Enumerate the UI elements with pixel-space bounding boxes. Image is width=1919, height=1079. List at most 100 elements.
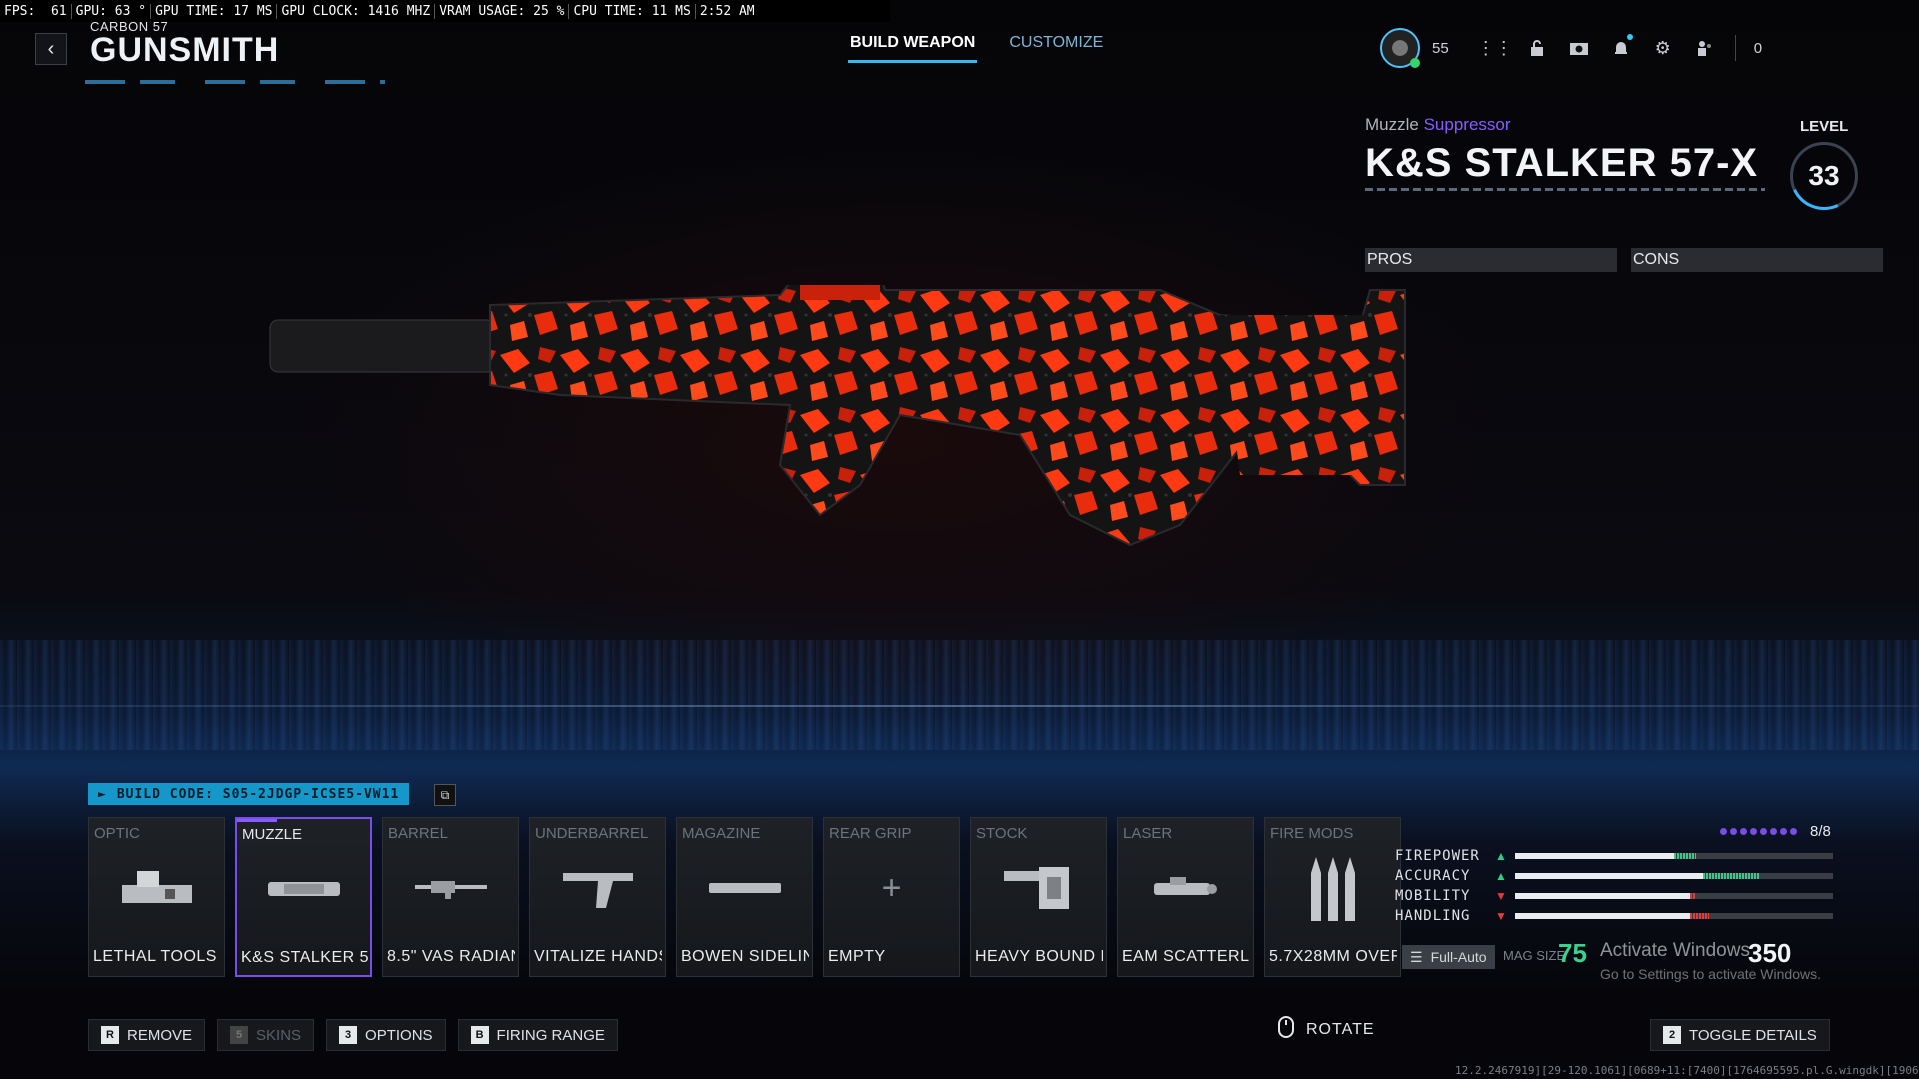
stat-label: MOBILITY <box>1395 888 1471 904</box>
build-code: ► BUILD CODE: S05-2JDGP-ICSE5-VW11 <box>88 783 410 805</box>
stat-bar <box>1515 913 1833 919</box>
stat-bar-fill <box>1515 913 1690 919</box>
slot-category: OPTIC <box>94 825 140 842</box>
laser-icon <box>1118 858 1253 918</box>
attachment-pip <box>1720 828 1727 835</box>
stat-bar-fill <box>1515 853 1674 859</box>
slot-name: VITALIZE HANDS <box>534 948 662 965</box>
attachment-pip <box>1790 828 1797 835</box>
stat-label: FIREPOWER <box>1395 848 1480 864</box>
suppressor-icon <box>237 859 370 919</box>
plus-icon: + <box>881 868 902 907</box>
camera-icon[interactable] <box>1567 36 1591 60</box>
tab-build-weapon[interactable]: BUILD WEAPON <box>848 30 978 63</box>
stat-label: ACCURACY <box>1395 868 1471 884</box>
mag-size-value: 75 <box>1558 938 1587 968</box>
skins-button[interactable]: 5 SKINS <box>217 1019 315 1051</box>
lock-icon[interactable] <box>1525 36 1549 60</box>
arrow-down-icon: ▼ <box>1495 889 1507 903</box>
slot-category: LASER <box>1123 825 1173 842</box>
weapon-render[interactable] <box>260 285 1680 685</box>
slot-category: BARREL <box>388 825 449 842</box>
slot-category: STOCK <box>976 825 1028 842</box>
firing-range-button[interactable]: B FIRING RANGE <box>457 1019 618 1051</box>
toggle-details-button[interactable]: 2 TOGGLE DETAILS <box>1650 1019 1830 1051</box>
attachment-counter: 8/8 <box>1720 823 1831 840</box>
tab-customize[interactable]: CUSTOMIZE <box>1007 30 1105 63</box>
pros-cons: PROS CONS <box>1365 248 1883 272</box>
stock-icon <box>971 858 1106 918</box>
windows-activation-title: Activate Windows <box>1600 940 1750 961</box>
gear-icon[interactable]: ⚙ <box>1651 36 1675 60</box>
copy-icon: ⧉ <box>440 787 450 802</box>
pros-header[interactable]: PROS <box>1365 248 1617 272</box>
vram-readout: VRAM USAGE: 25 % <box>435 3 570 19</box>
attachment-slots: OPTIC LETHAL TOOLS MUZZLE K&S STALKER 5 … <box>88 817 1401 977</box>
slot-barrel[interactable]: BARREL 8.5" VAS RADIAN <box>382 817 519 977</box>
key-hint: B <box>470 1026 489 1044</box>
top-right-toolbar: 55 ⋮⋮ ⚙ 0 <box>1380 28 1762 68</box>
level-label: LEVEL <box>1800 118 1849 135</box>
bell-icon[interactable] <box>1609 34 1633 60</box>
barrel-icon <box>383 858 518 918</box>
stat-bar <box>1515 853 1833 859</box>
attachment-type: Suppressor <box>1423 115 1511 134</box>
options-button[interactable]: 3 OPTIONS <box>326 1019 446 1051</box>
player-level: 55 <box>1432 39 1449 57</box>
build-code-text: BUILD CODE: S05-2JDGP-ICSE5-VW11 <box>116 786 400 802</box>
magazine-icon <box>677 858 812 918</box>
apps-grid-icon[interactable]: ⋮⋮ <box>1477 36 1513 60</box>
ammo-icon <box>1265 857 1400 921</box>
options-label: OPTIONS <box>365 1026 433 1044</box>
arrow-up-icon: ▲ <box>1495 869 1507 883</box>
page-title: GUNSMITH <box>90 31 280 69</box>
attachment-pip <box>1740 828 1747 835</box>
skins-label: SKINS <box>256 1026 302 1044</box>
attachment-pip <box>1750 828 1757 835</box>
stat-bar-delta <box>1689 893 1697 899</box>
attachment-count: 8/8 <box>1810 823 1831 840</box>
slot-optic[interactable]: OPTIC LETHAL TOOLS <box>88 817 225 977</box>
rotate-hint[interactable]: ROTATE <box>1278 1016 1375 1043</box>
slot-name: BOWEN SIDELIN <box>681 948 809 965</box>
avatar[interactable] <box>1380 28 1420 68</box>
party-icon[interactable] <box>1693 36 1717 60</box>
slot-category: FIRE MODS <box>1270 825 1354 842</box>
stat-row: FIREPOWER ▲ <box>1395 848 1833 864</box>
attachment-pip <box>1770 828 1777 835</box>
key-hint: 2 <box>1663 1026 1681 1044</box>
stat-bar <box>1515 893 1833 899</box>
slot-muzzle[interactable]: MUZZLE K&S STALKER 5 <box>235 817 372 977</box>
reserve-ammo-value: 350 <box>1748 938 1792 968</box>
chevron-left-icon: ‹ <box>47 37 55 60</box>
slot-stock[interactable]: STOCK HEAVY BOUND P <box>970 817 1107 977</box>
bottom-actions: R REMOVE 5 SKINS 3 OPTIONS B FIRING RANG… <box>88 1019 618 1051</box>
slot-magazine[interactable]: MAGAZINE BOWEN SIDELIN <box>676 817 813 977</box>
floor-line <box>0 705 1919 707</box>
gpu-temp-readout: GPU: 63 ° <box>72 3 152 19</box>
clock-readout: 2:52 AM <box>699 3 755 19</box>
stat-bar-delta <box>1689 913 1709 919</box>
back-button[interactable]: ‹ <box>35 33 67 65</box>
slot-name: EMPTY <box>828 948 886 965</box>
slot-rear-grip[interactable]: REAR GRIP + EMPTY <box>823 817 960 977</box>
copy-build-code-button[interactable]: ⧉ <box>434 784 456 806</box>
stat-label: HANDLING <box>1395 908 1471 924</box>
key-hint: R <box>101 1026 119 1044</box>
footer-build-string: 12.2.2467919][29-120.1061][0689+11:[7400… <box>1455 1064 1919 1077</box>
tab-bar: BUILD WEAPON CUSTOMIZE <box>848 30 1105 63</box>
slot-underbarrel[interactable]: UNDERBARREL VITALIZE HANDS <box>529 817 666 977</box>
firing-range-label: FIRING RANGE <box>496 1026 605 1044</box>
gun-icon: ► <box>98 786 107 802</box>
weapon-stock <box>1220 315 1370 475</box>
slot-fire-mods[interactable]: FIRE MODS 5.7X28MM OVEF <box>1264 817 1401 977</box>
level-value: 33 <box>1808 160 1840 191</box>
gpu-clock-readout: GPU CLOCK: 1416 MHZ <box>277 3 436 19</box>
fps-readout: FPS: 61 <box>0 3 72 19</box>
cons-header[interactable]: CONS <box>1631 248 1883 272</box>
remove-button[interactable]: R REMOVE <box>88 1019 206 1051</box>
toggle-details-label: TOGGLE DETAILS <box>1689 1026 1817 1044</box>
slot-laser[interactable]: LASER EAM SCATTERLI <box>1117 817 1254 977</box>
optic-icon <box>89 858 224 918</box>
rotate-label: ROTATE <box>1306 1020 1375 1038</box>
